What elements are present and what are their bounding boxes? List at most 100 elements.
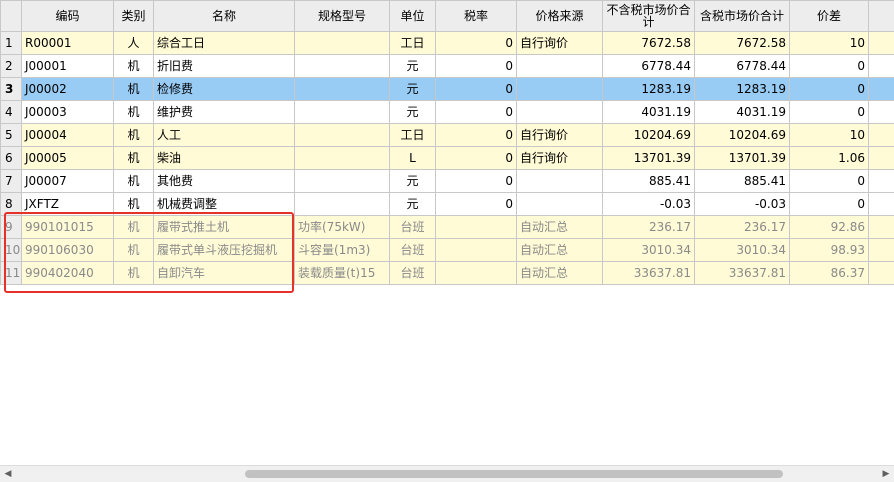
cell-price-excl-tax[interactable]: 7672.58 (603, 32, 695, 55)
table-row[interactable]: 2J00001机折旧费元06778.446778.440 (1, 55, 894, 78)
cell-price-diff[interactable]: 0 (790, 55, 869, 78)
cell-tax-rate[interactable]: 0 (436, 101, 517, 124)
cell-price-source[interactable]: 自动汇总 (517, 239, 603, 262)
cell-category[interactable]: 机 (114, 193, 154, 216)
cell-code[interactable]: J00005 (22, 147, 114, 170)
cell-price-incl-tax[interactable]: 1283.19 (695, 78, 790, 101)
cell-spec[interactable]: 功率(75kW) (295, 216, 390, 239)
header-tax-rate[interactable]: 税率 (436, 1, 517, 32)
cell-price-incl-tax[interactable]: 4031.19 (695, 101, 790, 124)
cell-extra[interactable] (869, 239, 894, 262)
cell-category[interactable]: 机 (114, 170, 154, 193)
cell-name[interactable]: 维护费 (154, 101, 295, 124)
horizontal-scrollbar[interactable]: ◀ ▶ (0, 465, 894, 482)
cell-spec[interactable] (295, 124, 390, 147)
table-row[interactable]: 7J00007机其他费元0885.41885.410 (1, 170, 894, 193)
cell-spec[interactable] (295, 193, 390, 216)
header-price-incl-tax[interactable]: 含税市场价合计 (695, 1, 790, 32)
cell-category[interactable]: 机 (114, 147, 154, 170)
cell-name[interactable]: 检修费 (154, 78, 295, 101)
cell-tax-rate[interactable]: 0 (436, 32, 517, 55)
header-spec[interactable]: 规格型号 (295, 1, 390, 32)
cell-category[interactable]: 人 (114, 32, 154, 55)
cell-price-diff[interactable]: 92.86 (790, 216, 869, 239)
cell-price-incl-tax[interactable]: 7672.58 (695, 32, 790, 55)
cell-code[interactable]: J00002 (22, 78, 114, 101)
table-row[interactable]: 1R00001人综合工日工日0自行询价7672.587672.5810 (1, 32, 894, 55)
cell-extra[interactable] (869, 262, 894, 285)
cell-price-diff[interactable]: 10 (790, 124, 869, 147)
cell-name[interactable]: 综合工日 (154, 32, 295, 55)
cell-unit[interactable]: 元 (390, 55, 436, 78)
cell-name[interactable]: 履带式推土机 (154, 216, 295, 239)
cell-price-diff[interactable]: 0 (790, 101, 869, 124)
cell-price-excl-tax[interactable]: 4031.19 (603, 101, 695, 124)
cell-extra[interactable] (869, 124, 894, 147)
cell-tax-rate[interactable] (436, 216, 517, 239)
cell-price-source[interactable] (517, 55, 603, 78)
cell-code[interactable]: 990402040 (22, 262, 114, 285)
cell-spec[interactable]: 斗容量(1m3) (295, 239, 390, 262)
cell-price-source[interactable]: 自行询价 (517, 124, 603, 147)
cell-price-excl-tax[interactable]: 3010.34 (603, 239, 695, 262)
header-extra[interactable] (869, 1, 894, 32)
header-price-excl-tax[interactable]: 不含税市场价合计 (603, 1, 695, 32)
cell-price-excl-tax[interactable]: 6778.44 (603, 55, 695, 78)
cell-category[interactable]: 机 (114, 262, 154, 285)
cell-tax-rate[interactable]: 0 (436, 193, 517, 216)
header-category[interactable]: 类别 (114, 1, 154, 32)
cell-price-source[interactable] (517, 193, 603, 216)
cell-price-diff[interactable]: 0 (790, 193, 869, 216)
cell-name[interactable]: 自卸汽车 (154, 262, 295, 285)
cell-spec[interactable] (295, 78, 390, 101)
cell-unit[interactable]: 元 (390, 193, 436, 216)
header-name[interactable]: 名称 (154, 1, 295, 32)
cell-unit[interactable]: L (390, 147, 436, 170)
cell-price-excl-tax[interactable]: 33637.81 (603, 262, 695, 285)
cell-tax-rate[interactable] (436, 239, 517, 262)
cell-price-incl-tax[interactable]: 6778.44 (695, 55, 790, 78)
cell-category[interactable]: 机 (114, 101, 154, 124)
cell-code[interactable]: J00001 (22, 55, 114, 78)
cell-unit[interactable]: 台班 (390, 239, 436, 262)
cell-price-source[interactable]: 自动汇总 (517, 262, 603, 285)
cell-unit[interactable]: 元 (390, 78, 436, 101)
cell-price-excl-tax[interactable]: 13701.39 (603, 147, 695, 170)
cell-price-diff[interactable]: 86.37 (790, 262, 869, 285)
cell-price-diff[interactable]: 10 (790, 32, 869, 55)
cell-price-diff[interactable]: 1.06 (790, 147, 869, 170)
cell-extra[interactable] (869, 78, 894, 101)
cell-unit[interactable]: 工日 (390, 124, 436, 147)
table-row[interactable]: 11990402040机自卸汽车装载质量(t)15台班自动汇总33637.813… (1, 262, 894, 285)
cell-extra[interactable] (869, 170, 894, 193)
cell-price-excl-tax[interactable]: 885.41 (603, 170, 695, 193)
cell-spec[interactable]: 装载质量(t)15 (295, 262, 390, 285)
cell-unit[interactable]: 工日 (390, 32, 436, 55)
cell-price-incl-tax[interactable]: 10204.69 (695, 124, 790, 147)
header-code[interactable]: 编码 (22, 1, 114, 32)
table-row[interactable]: 10990106030机履带式单斗液压挖掘机斗容量(1m3)台班自动汇总3010… (1, 239, 894, 262)
cell-spec[interactable] (295, 170, 390, 193)
cell-unit[interactable]: 台班 (390, 262, 436, 285)
cell-extra[interactable] (869, 32, 894, 55)
cell-name[interactable]: 柴油 (154, 147, 295, 170)
cell-price-incl-tax[interactable]: 13701.39 (695, 147, 790, 170)
scroll-left-arrow-icon[interactable]: ◀ (0, 466, 16, 482)
cell-price-incl-tax[interactable]: -0.03 (695, 193, 790, 216)
table-row[interactable]: 6J00005机柴油L0自行询价13701.3913701.391.06 (1, 147, 894, 170)
cell-code[interactable]: J00003 (22, 101, 114, 124)
cell-category[interactable]: 机 (114, 78, 154, 101)
header-price-diff[interactable]: 价差 (790, 1, 869, 32)
cell-extra[interactable] (869, 193, 894, 216)
cell-code[interactable]: R00001 (22, 32, 114, 55)
cell-price-source[interactable] (517, 101, 603, 124)
table-row[interactable]: 4J00003机维护费元04031.194031.190 (1, 101, 894, 124)
cell-name[interactable]: 履带式单斗液压挖掘机 (154, 239, 295, 262)
cell-code[interactable]: 990106030 (22, 239, 114, 262)
scrollbar-thumb[interactable] (245, 470, 783, 478)
cell-price-source[interactable] (517, 78, 603, 101)
cell-price-diff[interactable]: 0 (790, 78, 869, 101)
cell-spec[interactable] (295, 101, 390, 124)
cell-name[interactable]: 其他费 (154, 170, 295, 193)
scroll-right-arrow-icon[interactable]: ▶ (878, 466, 894, 482)
